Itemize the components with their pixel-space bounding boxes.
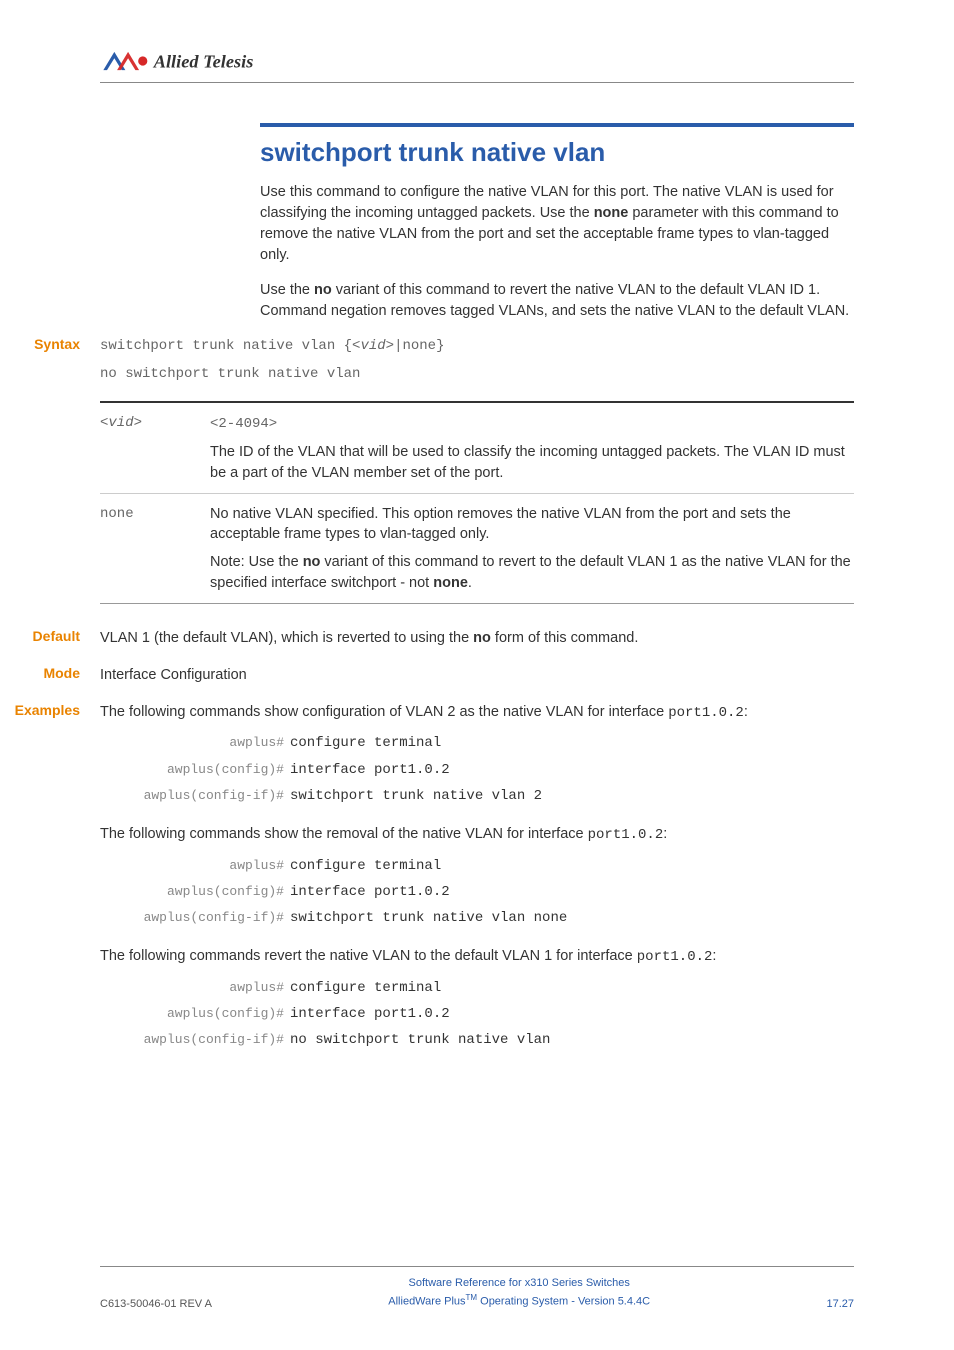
header-divider: [100, 82, 854, 83]
examples-label: Examples: [0, 702, 100, 718]
footer-page-number: 17.27: [826, 1298, 854, 1310]
example-intro-3: The following commands revert the native…: [100, 946, 854, 967]
intro-paragraph-1: Use this command to configure the native…: [260, 182, 854, 266]
syntax-line-1: switchport trunk native vlan {<vid>|none…: [100, 336, 854, 356]
param-desc-none: No native VLAN specified. This option re…: [210, 504, 854, 593]
example-intro-2: The following commands show the removal …: [100, 824, 854, 845]
footer-center: Software Reference for x310 Series Switc…: [388, 1275, 650, 1310]
svg-text:Allied Telesis: Allied Telesis: [153, 51, 254, 71]
syntax-label: Syntax: [0, 336, 100, 352]
page-footer: C613-50046-01 REV A Software Reference f…: [0, 1266, 954, 1310]
parameter-table: <vid> <2-4094> The ID of the VLAN that w…: [100, 401, 854, 604]
cli-block-1: awplus#configure terminal awplus(config)…: [100, 733, 854, 806]
command-title: switchport trunk native vlan: [260, 137, 854, 168]
cli-block-3: awplus#configure terminal awplus(config)…: [100, 978, 854, 1051]
default-label: Default: [0, 628, 100, 644]
param-key-vid: <vid>: [100, 413, 210, 483]
mode-text: Interface Configuration: [100, 665, 854, 686]
title-rule: [260, 123, 854, 127]
default-text: VLAN 1 (the default VLAN), which is reve…: [100, 628, 854, 649]
param-key-none: none: [100, 504, 210, 593]
intro-paragraph-2: Use the no variant of this command to re…: [260, 280, 854, 322]
param-desc-vid: <2-4094> The ID of the VLAN that will be…: [210, 413, 854, 483]
footer-left: C613-50046-01 REV A: [100, 1298, 212, 1310]
brand-logo: Allied Telesis: [100, 50, 854, 72]
cli-block-2: awplus#configure terminal awplus(config)…: [100, 856, 854, 929]
mode-label: Mode: [0, 665, 100, 681]
syntax-line-2: no switchport trunk native vlan: [100, 364, 854, 384]
example-intro-1: The following commands show configuratio…: [100, 702, 854, 723]
